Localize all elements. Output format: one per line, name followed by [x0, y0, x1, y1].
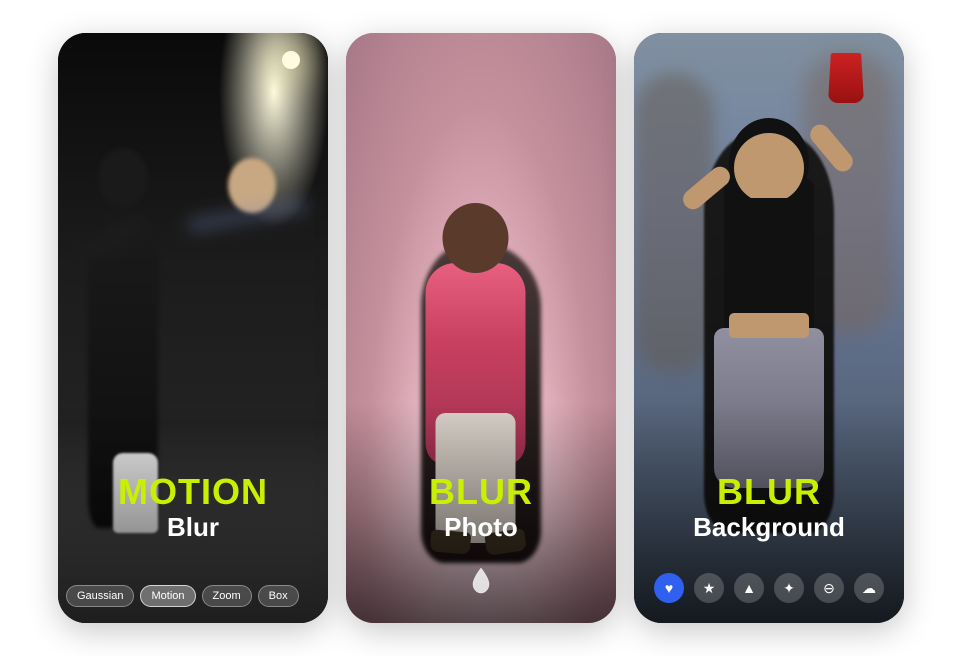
card-1-title: MOTION: [58, 474, 328, 510]
icon-heart[interactable]: ♥: [654, 573, 684, 603]
card-1-subtitle: Blur: [58, 512, 328, 543]
filter-zoom[interactable]: Zoom: [202, 585, 252, 607]
card-3-subtitle: Background: [634, 512, 904, 543]
card-3-title: BLUR: [634, 474, 904, 510]
icon-star[interactable]: ★: [694, 573, 724, 603]
drop-icon: [469, 566, 493, 596]
card-2-subtitle: Photo: [346, 512, 616, 543]
filter-gaussian[interactable]: Gaussian: [66, 585, 134, 607]
card-blur-background[interactable]: BLUR Background ♥ ★ ▲ ✦ ⊖ ☁: [634, 33, 904, 623]
red-cup: [828, 53, 864, 103]
cards-container: MOTION Blur Gaussian Motion Zoom Box: [38, 13, 924, 643]
card-3-text: BLUR Background: [634, 474, 904, 543]
icon-cloud[interactable]: ☁: [854, 573, 884, 603]
drop-icon-container[interactable]: [463, 563, 499, 599]
card-1-text: MOTION Blur: [58, 474, 328, 543]
icon-bar: ♥ ★ ▲ ✦ ⊖ ☁: [634, 573, 904, 603]
icon-gamepad[interactable]: ✦: [774, 573, 804, 603]
card-blur-photo[interactable]: BLUR Photo: [346, 33, 616, 623]
filter-bar: Gaussian Motion Zoom Box: [66, 585, 320, 607]
card-motion-blur[interactable]: MOTION Blur Gaussian Motion Zoom Box: [58, 33, 328, 623]
filter-box[interactable]: Box: [258, 585, 299, 607]
card-2-title: BLUR: [346, 474, 616, 510]
filter-motion[interactable]: Motion: [140, 585, 195, 607]
card-2-text: BLUR Photo: [346, 474, 616, 543]
icon-minus[interactable]: ⊖: [814, 573, 844, 603]
icon-triangle[interactable]: ▲: [734, 573, 764, 603]
